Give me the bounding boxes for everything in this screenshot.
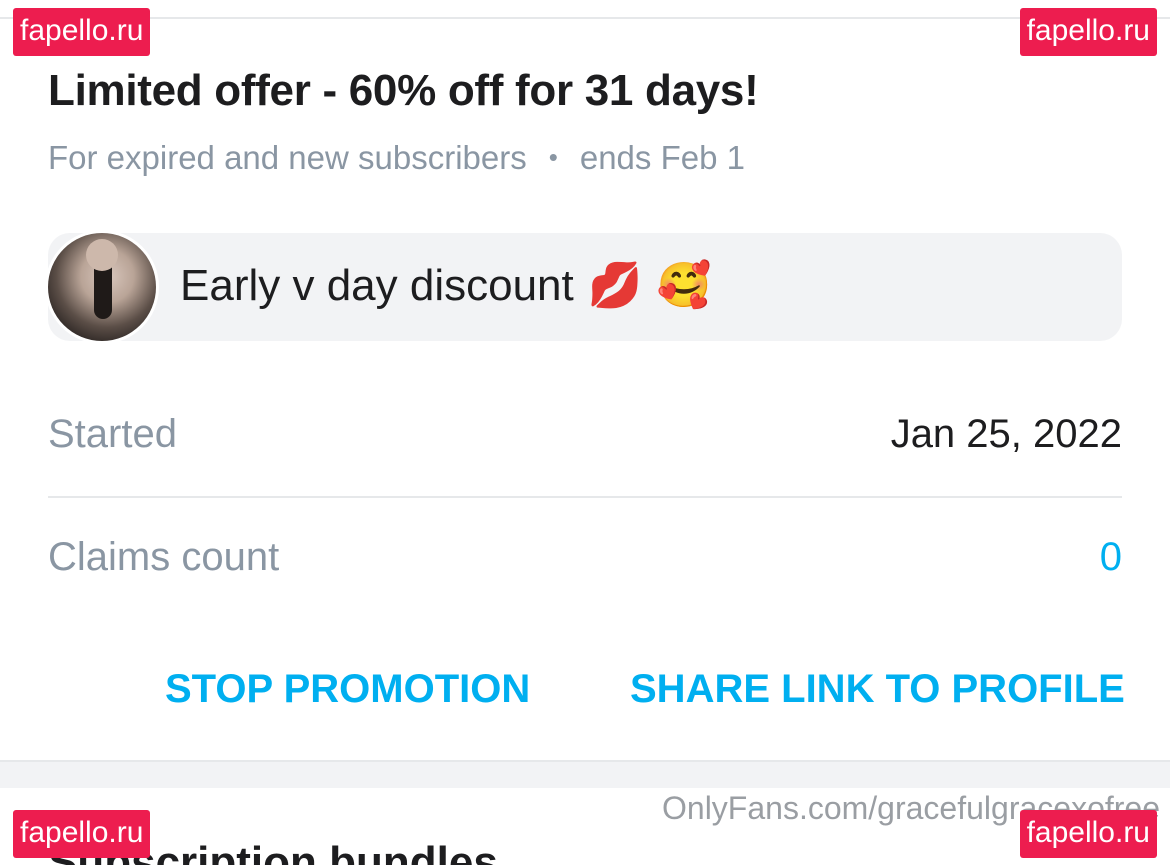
claims-label: Claims count [48,535,280,579]
offer-end-date: ends Feb 1 [579,139,745,176]
row-divider [48,496,1122,498]
separator-dot: • [548,142,558,172]
watermark-badge: fapello.ru [1019,8,1157,56]
offer-title: Limited offer - 60% off for 31 days! [48,66,759,115]
started-label: Started [48,412,177,456]
stop-promotion-button[interactable]: STOP PROMOTION [165,667,530,712]
watermark-badge: fapello.ru [13,810,151,858]
smiling-face-hearts-icon: 🥰 [656,260,712,311]
offer-subtitle: For expired and new subscribers • ends Feb… [48,139,745,177]
promotion-message-text: Early v day discount [180,261,574,310]
promotion-message: Early v day discount 💋 🥰 [180,259,711,311]
kiss-lips-icon: 💋 [587,260,643,311]
watermark-badge: fapello.ru [13,8,151,56]
avatar[interactable] [48,233,156,341]
top-divider [0,17,1170,19]
watermark-badge: fapello.ru [1019,810,1157,858]
promotion-message-card: Early v day discount 💋 🥰 [48,233,1122,341]
promotion-page: Limited offer - 60% off for 31 days! For… [0,0,1170,865]
section-separator [0,760,1170,788]
claims-count-value[interactable]: 0 [1100,535,1122,580]
share-link-button[interactable]: SHARE LINK TO PROFILE [630,667,1125,712]
offer-audience: For expired and new subscribers [48,139,527,176]
started-value: Jan 25, 2022 [890,412,1122,456]
